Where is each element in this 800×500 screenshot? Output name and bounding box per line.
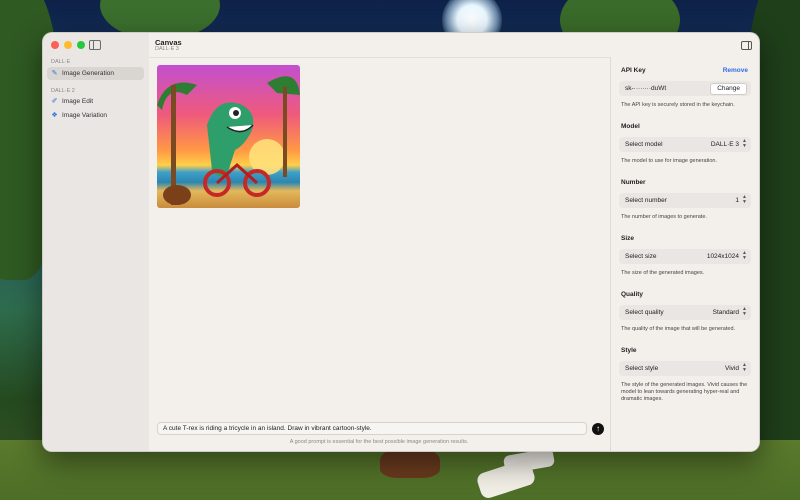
sidebar-item-image-generation[interactable]: ✎ Image Generation [47,67,144,80]
model-select-value: DALL·E 3 [710,141,739,148]
chevron-up-down-icon: ▲ ▼ [742,194,747,205]
api-key-value: sk-········duWt [625,85,667,92]
api-key-note: The API key is securely stored in the ke… [621,102,735,108]
traffic-lights [51,41,85,49]
sidebar-item-image-variation[interactable]: ❖ Image Variation [47,109,144,122]
chevron-up-down-icon: ▲ ▼ [742,362,747,373]
style-note: The style of the generated images. Vivid… [621,382,748,402]
close-window-button[interactable] [51,41,59,49]
sidebar-item-image-edit[interactable]: ✐ Image Edit [47,95,144,108]
sidebar-section-label: DALL·E 2 [51,88,75,94]
remove-api-key-button[interactable]: Remove [723,67,748,74]
quality-heading: Quality [621,291,644,298]
number-select-label: Select number [625,197,667,204]
style-select[interactable]: Select style Vivid ▲ ▼ [619,361,751,376]
change-api-key-button[interactable]: Change [710,83,747,95]
sidebar: DALL·E ✎ Image Generation DALL·E 2 ✐ Ima… [43,33,150,451]
size-select[interactable]: Select size 1024x1024 ▲ ▼ [619,249,751,264]
sidebar-toggle-icon[interactable] [89,40,101,50]
quality-select-label: Select quality [625,309,664,316]
prompt-input[interactable] [157,422,587,435]
variation-icon: ❖ [51,112,58,119]
number-select[interactable]: Select number 1 ▲ ▼ [619,193,751,208]
send-button[interactable]: ↑ [592,423,604,435]
size-select-value: 1024x1024 [706,253,739,260]
chevron-up-down-icon: ▲ ▼ [742,250,747,261]
pen-icon: ✎ [51,70,58,77]
wallpaper-hat [380,448,440,478]
arrow-up-icon: ↑ [596,424,600,433]
number-heading: Number [621,179,646,186]
sidebar-item-label: Image Generation [62,70,115,77]
model-note: The model to use for image generation. [621,158,718,164]
api-key-heading: API Key [621,67,646,74]
title-bar: Canvas DALL·E 3 [149,33,759,58]
style-select-value: Vivid [725,365,739,372]
main-content: Canvas DALL·E 3 ↑ A good prompt i [149,33,759,451]
model-select[interactable]: Select model DALL·E 3 ▲ ▼ [619,137,751,152]
number-select-value: 1 [735,197,739,204]
edit-icon: ✐ [51,98,58,105]
quality-note: The quality of the image that will be ge… [621,326,736,332]
inspector-panel: API Key Remove sk-········duWt Change Th… [610,57,759,451]
model-heading: Model [621,123,640,130]
quality-select[interactable]: Select quality Standard ▲ ▼ [619,305,751,320]
chevron-up-down-icon: ▲ ▼ [742,306,747,317]
chevron-up-down-icon: ▲ ▼ [742,138,747,149]
sidebar-section-label: DALL·E [51,59,71,65]
prompt-hint: A good prompt is essential for the best … [289,439,469,445]
app-window: DALL·E ✎ Image Generation DALL·E 2 ✐ Ima… [42,32,760,452]
generated-image[interactable] [157,65,300,208]
number-note: The number of images to generate. [621,214,707,220]
page-subtitle: DALL·E 3 [155,46,179,52]
style-heading: Style [621,347,637,354]
sidebar-item-label: Image Edit [62,98,94,105]
size-select-label: Select size [625,253,657,260]
quality-select-value: Standard [712,309,739,316]
sidebar-item-label: Image Variation [62,112,108,119]
model-select-label: Select model [625,141,663,148]
api-key-field: sk-········duWt Change [619,81,751,96]
size-heading: Size [621,235,635,242]
minimize-window-button[interactable] [64,41,72,49]
maximize-window-button[interactable] [77,41,85,49]
style-select-label: Select style [625,365,659,372]
size-note: The size of the generated images. [621,270,705,276]
generated-image-illustration [157,76,300,205]
inspector-toggle-icon[interactable] [741,41,752,50]
